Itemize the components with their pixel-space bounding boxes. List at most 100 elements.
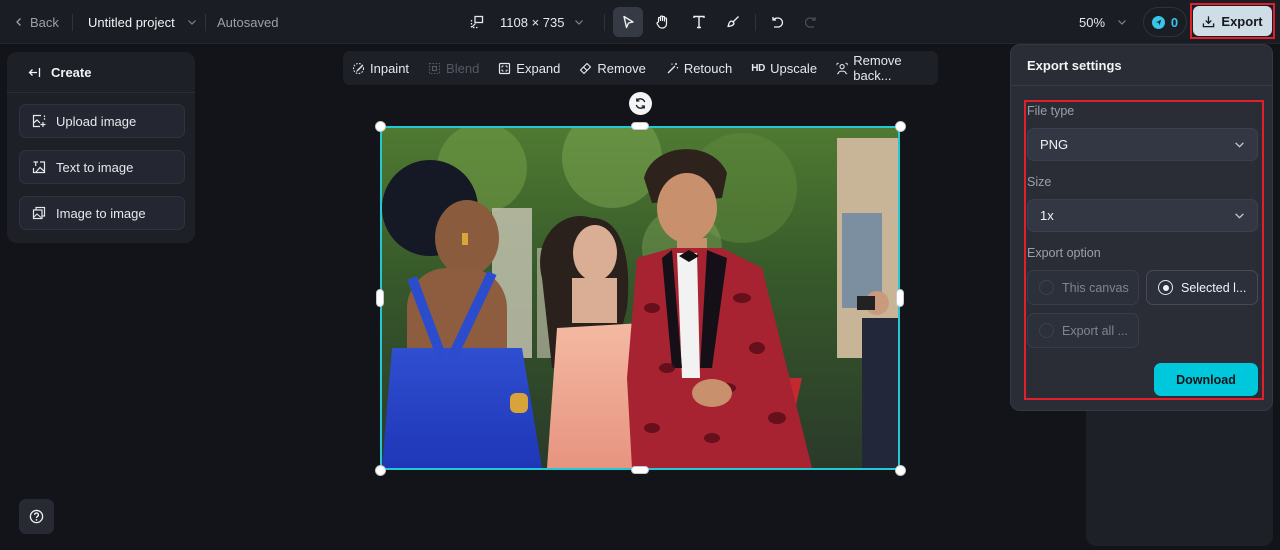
upload-image-icon [32,114,46,128]
project-name-dropdown[interactable]: Untitled project [88,0,197,44]
canvas-image[interactable] [380,126,900,470]
create-panel-header[interactable]: Create [7,52,195,93]
inpaint-label: Inpaint [370,60,410,76]
size-label: Size [1027,175,1052,189]
remove-button[interactable]: Remove [579,51,646,85]
help-icon [29,509,44,524]
zoom-level-dropdown[interactable]: 50% [1079,0,1127,44]
divider [755,14,756,31]
upload-image-button[interactable]: Upload image [19,104,185,138]
chevron-down-icon [575,20,584,25]
download-icon [1203,15,1215,27]
resize-handle-bottom[interactable] [631,466,649,474]
text-to-image-label: Text to image [56,159,134,175]
right-side-panel [1086,400,1273,546]
resize-handle-top-left[interactable] [375,121,386,132]
brush-tool-button[interactable] [718,7,748,37]
chevron-down-icon [1118,20,1126,25]
top-bar: Back Untitled project Autosaved 1108 × 7… [0,0,1280,44]
redo-button[interactable] [796,7,826,37]
expand-icon [499,62,511,74]
brush-icon [727,16,739,28]
image-edit-toolbar: Inpaint Blend Expand Remove Retouch HD U… [343,51,938,85]
undo-button[interactable] [762,7,792,37]
remove-background-label: Remove back... [853,53,902,83]
text-icon [693,15,705,29]
remove-background-icon [836,62,848,74]
text-to-image-button[interactable]: Text to image [19,150,185,184]
collapse-left-icon [28,67,41,77]
size-select[interactable]: 1x [1027,199,1258,232]
magic-wand-icon [667,62,679,73]
resize-handle-left[interactable] [376,289,384,307]
option-label: This canvas [1062,280,1129,295]
resize-handle-right[interactable] [896,289,904,307]
upscale-label: Upscale [770,60,818,76]
select-tool-button[interactable] [613,7,643,37]
image-to-image-button[interactable]: Image to image [19,196,185,230]
image-to-image-label: Image to image [56,205,146,221]
export-settings-title: Export settings [1011,45,1272,86]
create-panel-title: Create [51,64,92,80]
canvas-size-control[interactable]: 1108 × 735 [470,0,584,44]
credits-badge[interactable]: 0 [1143,7,1187,37]
zoom-level: 50% [1079,14,1106,30]
option-export-all[interactable]: Export all ... [1027,313,1139,348]
blend-label: Blend [446,60,480,76]
chevron-left-icon [16,18,21,26]
size-value: 1x [1040,208,1054,223]
resize-handle-bottom-right[interactable] [895,465,906,476]
upload-image-label: Upload image [56,113,137,129]
export-button[interactable]: Export [1190,3,1275,39]
project-name: Untitled project [88,14,175,30]
credits-icon [1151,15,1165,29]
retouch-button[interactable]: Retouch [666,51,732,85]
canvas-size-value: 1108 × 735 [500,14,565,30]
file-type-label: File type [1027,104,1075,118]
download-button[interactable]: Download [1154,363,1258,396]
option-this-canvas[interactable]: This canvas [1027,270,1139,305]
divider [205,14,206,31]
resize-canvas-icon [470,15,484,29]
remove-background-button[interactable]: Remove back... [836,51,938,85]
chevron-down-icon [187,20,196,25]
resize-handle-bottom-left[interactable] [375,465,386,476]
resize-handle-top-right[interactable] [895,121,906,132]
hand-tool-button[interactable] [647,7,677,37]
create-panel: Create Upload image Text to image Image … [7,52,195,243]
remove-label: Remove [597,60,646,76]
help-button[interactable] [19,499,54,534]
export-label: Export [1221,13,1263,29]
save-status: Autosaved [217,14,279,30]
radio-checked-icon [1158,280,1173,295]
file-type-select[interactable]: PNG [1027,128,1258,161]
undo-icon [772,17,784,28]
expand-label: Expand [516,60,561,76]
hand-icon [656,15,668,29]
option-label: Export all ... [1062,323,1128,338]
export-option-label: Export option [1027,246,1101,260]
event-photo [382,128,898,468]
cursor-arrow-icon [623,15,634,29]
back-button[interactable]: Back [14,0,59,44]
divider [72,14,73,31]
rotate-handle[interactable] [629,92,652,115]
radio-unchecked-icon [1039,323,1054,338]
option-selected-layer[interactable]: Selected l... [1146,270,1258,305]
text-to-image-icon [32,161,46,174]
resize-handle-top[interactable] [631,122,649,130]
inpaint-icon [352,62,365,74]
expand-button[interactable]: Expand [498,51,560,85]
blend-button[interactable]: Blend [428,51,479,85]
retouch-label: Retouch [683,60,733,76]
blend-icon [428,62,441,74]
chevron-down-icon [1235,213,1244,219]
rotate-icon [635,98,646,109]
hd-icon: HD [751,62,766,74]
option-label: Selected l... [1181,280,1247,295]
upscale-button[interactable]: HD Upscale [751,51,817,85]
radio-unchecked-icon [1039,280,1054,295]
inpaint-button[interactable]: Inpaint [352,51,409,85]
text-tool-button[interactable] [684,7,714,37]
divider [604,14,605,31]
